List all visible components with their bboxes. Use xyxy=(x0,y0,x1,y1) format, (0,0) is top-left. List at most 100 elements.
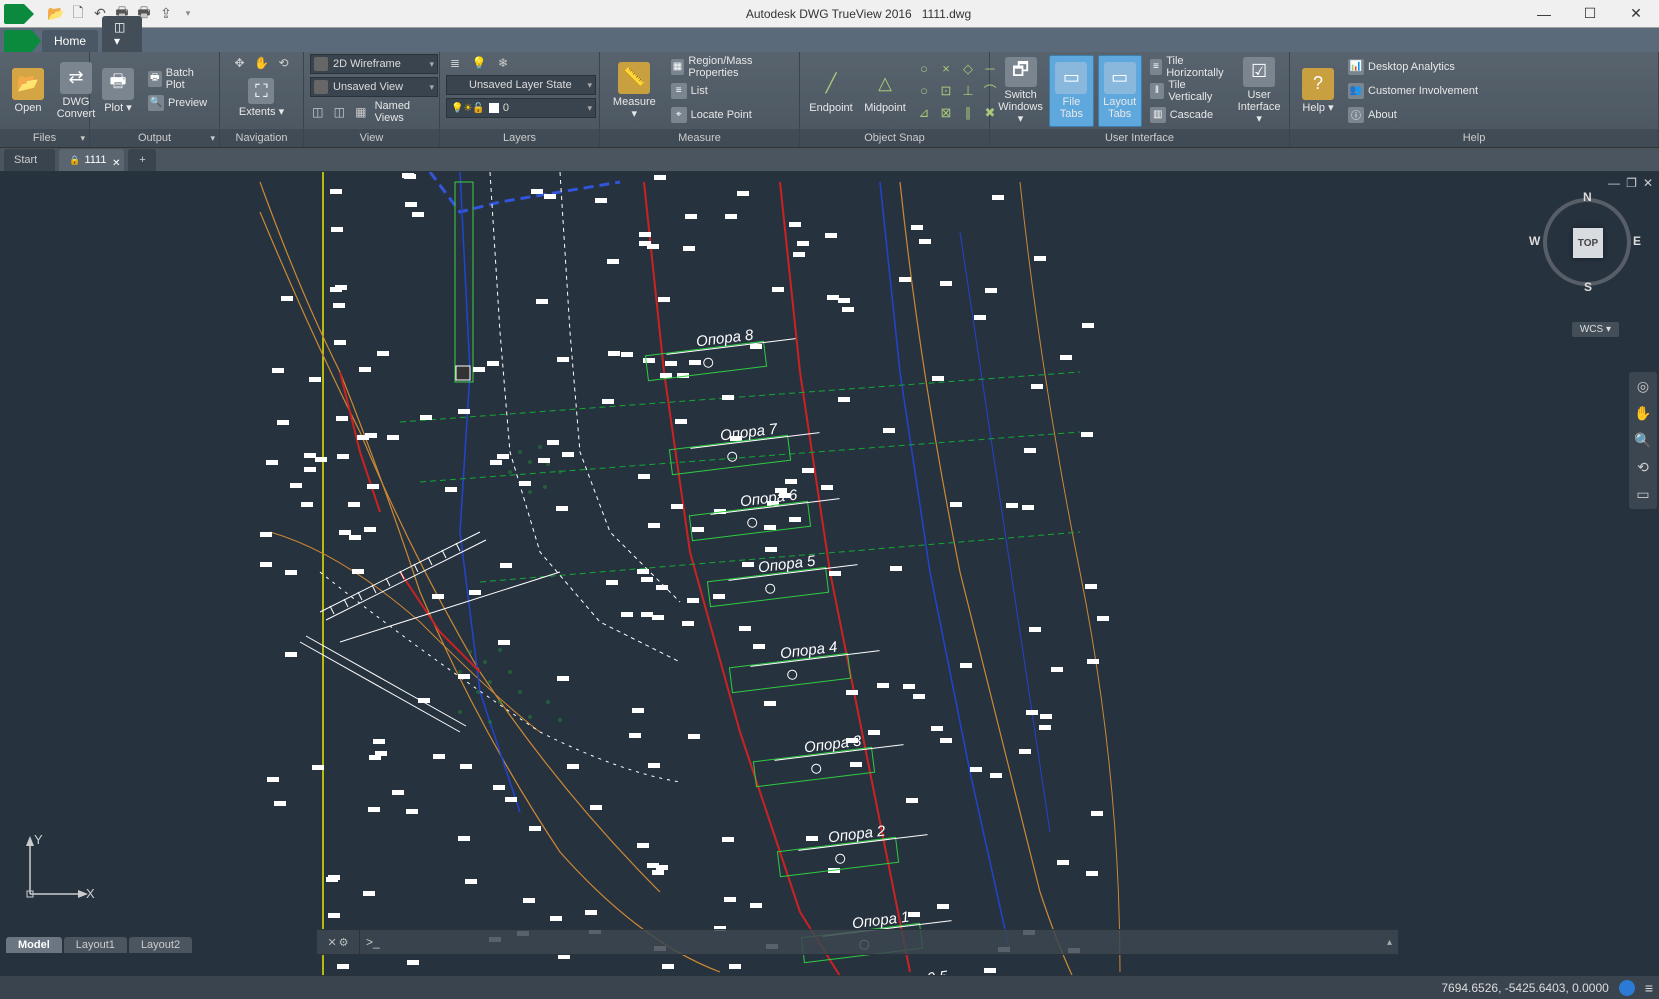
desktop-analytics-button[interactable]: 📊Desktop Analytics xyxy=(1344,56,1482,78)
app-logo[interactable] xyxy=(4,4,24,24)
layout-tab-model[interactable]: Model xyxy=(6,937,62,953)
named-views-button[interactable]: Named Views xyxy=(375,100,433,124)
osnap-node-icon[interactable]: × xyxy=(936,59,956,79)
minimize-button[interactable]: — xyxy=(1521,0,1567,28)
named-view-combo[interactable]: Unsaved View xyxy=(310,77,438,97)
new-view-icon[interactable]: ◫ xyxy=(332,103,348,121)
survey-point xyxy=(290,483,302,488)
plot-button[interactable]: 🖶 Plot ▾ xyxy=(96,55,140,127)
view-manager-icon[interactable]: ◫ xyxy=(310,103,326,121)
survey-point xyxy=(765,547,777,552)
command-input[interactable]: >_ xyxy=(360,929,1399,955)
survey-point xyxy=(460,764,472,769)
endpoint-button[interactable]: ╱ Endpoint xyxy=(806,55,856,127)
survey-point xyxy=(309,377,321,382)
ui-button[interactable]: ☑ User Interface ▾ xyxy=(1235,55,1283,127)
survey-point xyxy=(266,460,278,465)
region-mass-button[interactable]: ▦Region/Mass Properties xyxy=(667,56,793,78)
osnap-app-icon[interactable]: ⊠ xyxy=(936,103,956,123)
doc-close-icon[interactable]: ✕ xyxy=(1643,176,1653,190)
osnap-ext-icon[interactable]: ○ xyxy=(914,81,934,101)
window-title: Autodesk DWG TrueView 2016 1111.dwg xyxy=(196,7,1521,21)
layer-state-combo[interactable]: Unsaved Layer State xyxy=(446,75,596,95)
layer-prop-icon[interactable]: ≣ xyxy=(446,54,464,72)
nav-zoom-icon[interactable]: 🔍 xyxy=(1634,432,1651,449)
wcs-badge[interactable]: WCS ▾ xyxy=(1572,322,1619,337)
nav-showmotion-icon[interactable]: ▭ xyxy=(1636,486,1649,503)
customer-involvement-button[interactable]: 👥Customer Involvement xyxy=(1344,80,1482,102)
switch-windows-button[interactable]: 🗗 Switch Windows ▾ xyxy=(996,55,1045,127)
extents-button[interactable]: ⛶ Extents ▾ xyxy=(233,74,290,122)
file-tab-start[interactable]: Start xyxy=(4,149,55,171)
close-cmdline-icon[interactable]: ✕ xyxy=(327,936,336,949)
view-cube[interactable]: TOP N S E W xyxy=(1537,192,1637,292)
batch-plot-button[interactable]: 🖶Batch Plot xyxy=(144,68,213,90)
cascade-button[interactable]: ▥Cascade xyxy=(1146,104,1231,126)
survey-point xyxy=(432,594,444,599)
preview-button[interactable]: 🔍Preview xyxy=(144,92,213,114)
panel-title-view: View xyxy=(304,129,439,147)
maximize-button[interactable]: ☐ xyxy=(1567,0,1613,28)
list-button[interactable]: ≡List xyxy=(667,80,793,102)
back-icon[interactable]: ⟲ xyxy=(275,54,293,72)
visual-style-combo[interactable]: 2D Wireframe xyxy=(310,54,438,74)
qat-export-icon[interactable]: ⇪ xyxy=(158,6,174,22)
about-button[interactable]: ⓘAbout xyxy=(1344,104,1482,126)
survey-point xyxy=(899,277,911,282)
layer-freeze-icon[interactable]: ❄ xyxy=(494,54,512,72)
open-button[interactable]: 📂 Open xyxy=(6,55,50,127)
viewcube-south[interactable]: S xyxy=(1584,280,1592,294)
status-indicator-icon[interactable] xyxy=(1619,980,1635,996)
app-menu-button[interactable] xyxy=(4,30,32,52)
doc-restore-icon[interactable]: ❐ xyxy=(1626,176,1637,190)
tile-vertical-button[interactable]: ‖Tile Vertically xyxy=(1146,80,1231,102)
doc-minimize-icon[interactable]: — xyxy=(1608,176,1620,190)
tab-home[interactable]: Home xyxy=(42,30,98,52)
osnap-par-icon[interactable]: ∥ xyxy=(958,103,978,123)
file-tabs-button[interactable]: ▭ File Tabs xyxy=(1049,55,1094,127)
survey-point xyxy=(547,440,559,445)
layout-tab-layout2[interactable]: Layout2 xyxy=(129,937,192,953)
osnap-near-icon[interactable]: ⊿ xyxy=(914,103,934,123)
survey-point xyxy=(301,502,313,507)
named-views-icon[interactable]: ▦ xyxy=(353,103,369,121)
layout-tab-layout1[interactable]: Layout1 xyxy=(64,937,127,953)
file-tab-1111[interactable]: 🔒1111✕ xyxy=(59,149,124,171)
layout-tabs-button[interactable]: ▭ Layout Tabs xyxy=(1098,55,1142,127)
qat-open-icon[interactable]: 📂 xyxy=(48,6,64,22)
current-layer-combo[interactable]: 💡 ☀ 🔓 0 xyxy=(446,98,596,118)
osnap-ins-icon[interactable]: ⊡ xyxy=(936,81,956,101)
osnap-quad-icon[interactable]: ◇ xyxy=(958,59,978,79)
nav-orbit-icon[interactable]: ⟲ xyxy=(1637,459,1649,476)
command-line[interactable]: ✕⚙ >_ xyxy=(316,929,1399,955)
tab-addins[interactable]: ◫ ▾ xyxy=(102,16,142,52)
viewcube-east[interactable]: E xyxy=(1633,234,1641,248)
tile-horizontal-button[interactable]: ≡Tile Horizontally xyxy=(1146,56,1231,78)
layer-off-icon[interactable]: 💡 xyxy=(470,54,488,72)
layout-tabs-icon: ▭ xyxy=(1104,62,1136,94)
layer-color-swatch xyxy=(489,103,499,113)
qat-save-icon[interactable]: 🗋 xyxy=(70,6,86,22)
osnap-center-icon[interactable]: ○ xyxy=(914,59,934,79)
drawing-canvas[interactable]: — ❐ ✕ xyxy=(0,172,1659,975)
status-menu-icon[interactable]: ≡ xyxy=(1645,980,1653,996)
cmdline-config-icon[interactable]: ⚙ xyxy=(339,936,349,949)
qat-dropdown-icon[interactable]: ▾ xyxy=(180,6,196,22)
locate-point-button[interactable]: ⌖Locate Point xyxy=(667,104,793,126)
pan-icon[interactable]: ✋ xyxy=(253,54,271,72)
viewcube-top-face[interactable]: TOP xyxy=(1573,228,1603,258)
osnap-perp-icon[interactable]: ⊥ xyxy=(958,81,978,101)
viewcube-west[interactable]: W xyxy=(1529,234,1540,248)
survey-point xyxy=(538,458,550,463)
nav-pan-icon[interactable]: ✋ xyxy=(1634,405,1651,422)
nav-wheel-icon[interactable]: ◎ xyxy=(1637,378,1649,395)
close-button[interactable]: ✕ xyxy=(1613,0,1659,28)
measure-button[interactable]: 📏 Measure ▾ xyxy=(606,55,663,127)
orbit-icon[interactable]: ✥ xyxy=(231,54,249,72)
survey-point xyxy=(556,506,568,511)
midpoint-button[interactable]: △ Midpoint xyxy=(860,55,910,127)
viewcube-north[interactable]: N xyxy=(1583,190,1592,204)
help-button[interactable]: ? Help ▾ xyxy=(1296,55,1340,127)
command-handle[interactable]: ✕⚙ xyxy=(316,929,360,955)
new-tab-button[interactable]: + xyxy=(128,149,156,171)
